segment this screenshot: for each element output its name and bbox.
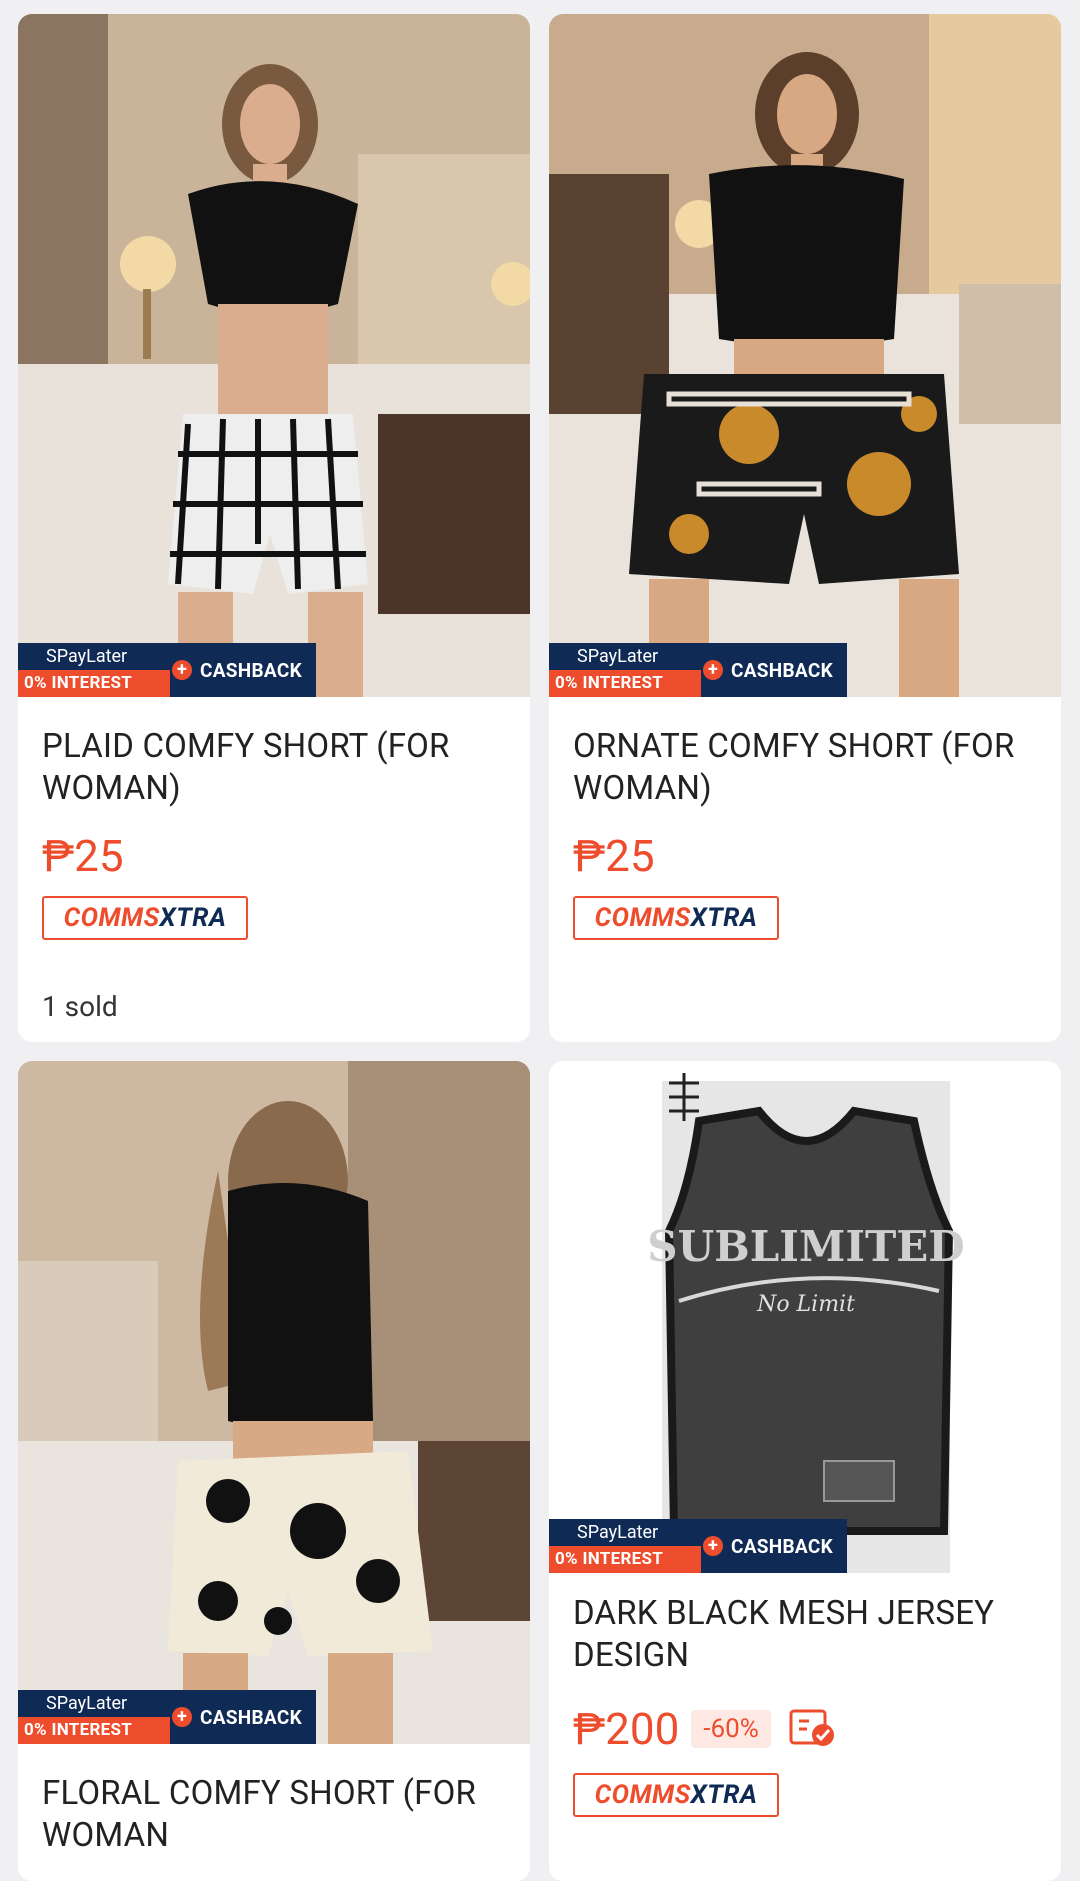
cashback-label: CASHBACK <box>731 658 833 682</box>
product-image[interactable]: SPayLater 0% INTEREST + CASHBACK <box>18 14 530 697</box>
cashback-label: CASHBACK <box>200 658 302 682</box>
product-card-jersey[interactable]: SUBLIMITED No Limit SPayLater 0% INTERES… <box>549 1061 1061 1881</box>
spaylater-label: SPayLater <box>18 1690 170 1717</box>
product-card-ornate[interactable]: SPayLater 0% INTEREST + CASHBACK ORNATE C… <box>549 14 1061 1042</box>
spaylater-label: SPayLater <box>549 1519 701 1546</box>
jersey-logo-text: SUBLIMITED <box>647 1222 964 1271</box>
spaylater-cashback-badge: SPayLater 0% INTEREST + CASHBACK <box>549 1519 847 1573</box>
cashback-label: CASHBACK <box>200 1705 302 1729</box>
discount-badge: -60% <box>691 1710 771 1748</box>
installment-icon <box>787 1705 837 1753</box>
plus-icon: + <box>703 1536 723 1556</box>
product-price: ₱25 <box>42 830 124 882</box>
plus-icon: + <box>172 660 192 680</box>
commsxtra-badge: COMMS XTRA <box>42 896 248 940</box>
interest-label: 0% INTEREST <box>18 1717 170 1744</box>
product-image[interactable]: SPayLater 0% INTEREST + CASHBACK <box>18 1061 530 1744</box>
commsxtra-badge: COMMS XTRA <box>573 896 779 940</box>
spaylater-cashback-badge: SPayLater 0% INTEREST + CASHBACK <box>549 643 847 697</box>
product-price: ₱200 <box>573 1703 680 1755</box>
product-card-floral[interactable]: SPayLater 0% INTEREST + CASHBACK FLORAL C… <box>18 1061 530 1881</box>
plus-icon: + <box>703 660 723 680</box>
plus-icon: + <box>172 1707 192 1727</box>
product-card-plaid[interactable]: SPayLater 0% INTEREST + CASHBACK PLAID CO… <box>18 14 530 1042</box>
product-image[interactable]: SPayLater 0% INTEREST + CASHBACK <box>549 14 1061 697</box>
spaylater-cashback-badge: SPayLater 0% INTEREST + CASHBACK <box>18 643 316 697</box>
product-title[interactable]: FLORAL COMFY SHORT (FOR WOMAN <box>42 1773 510 1857</box>
interest-label: 0% INTEREST <box>18 670 170 697</box>
cashback-label: CASHBACK <box>731 1534 833 1558</box>
spaylater-label: SPayLater <box>18 643 170 670</box>
commsxtra-badge: COMMS XTRA <box>573 1773 779 1817</box>
interest-label: 0% INTEREST <box>549 1546 701 1573</box>
product-title[interactable]: ORNATE COMFY SHORT (FOR WOMAN) <box>573 726 1041 810</box>
interest-label: 0% INTEREST <box>549 670 701 697</box>
spaylater-cashback-badge: SPayLater 0% INTEREST + CASHBACK <box>18 1690 316 1744</box>
spaylater-label: SPayLater <box>549 643 701 670</box>
sold-count: 1 sold <box>42 990 118 1023</box>
jersey-subtext: No Limit <box>756 1292 855 1317</box>
product-price: ₱25 <box>573 830 655 882</box>
product-title[interactable]: PLAID COMFY SHORT (FOR WOMAN) <box>42 726 510 810</box>
price-row: ₱200 -60% <box>573 1703 837 1755</box>
product-title[interactable]: DARK BLACK MESH JERSEY DESIGN <box>573 1593 1041 1677</box>
